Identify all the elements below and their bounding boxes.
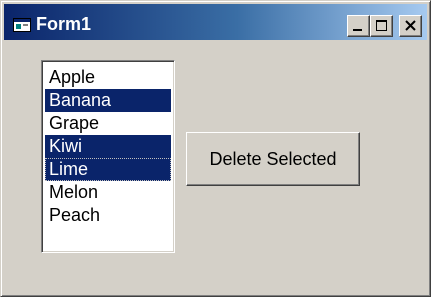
list-item[interactable]: Kiwi	[45, 135, 171, 158]
list-item[interactable]: Grape	[45, 112, 171, 135]
minimize-button[interactable]	[347, 15, 370, 37]
close-button[interactable]	[399, 15, 422, 37]
minimize-icon	[353, 29, 362, 31]
list-item[interactable]: Lime	[45, 158, 171, 181]
form1-window: Form1 Apple Banana Grape Kiwi Lime Melon…	[0, 0, 431, 297]
list-item[interactable]: Melon	[45, 181, 171, 204]
list-item[interactable]: Peach	[45, 204, 171, 227]
maximize-icon	[376, 20, 387, 31]
delete-selected-button[interactable]: Delete Selected	[186, 132, 360, 186]
list-item[interactable]: Banana	[45, 89, 171, 112]
maximize-button[interactable]	[370, 15, 393, 37]
title-bar[interactable]: Form1	[4, 4, 427, 40]
fruit-listbox[interactable]: Apple Banana Grape Kiwi Lime Melon Peach	[41, 60, 175, 253]
list-item[interactable]: Apple	[45, 66, 171, 89]
window-title: Form1	[36, 14, 92, 34]
close-icon	[405, 20, 416, 31]
form-icon[interactable]	[13, 18, 31, 32]
